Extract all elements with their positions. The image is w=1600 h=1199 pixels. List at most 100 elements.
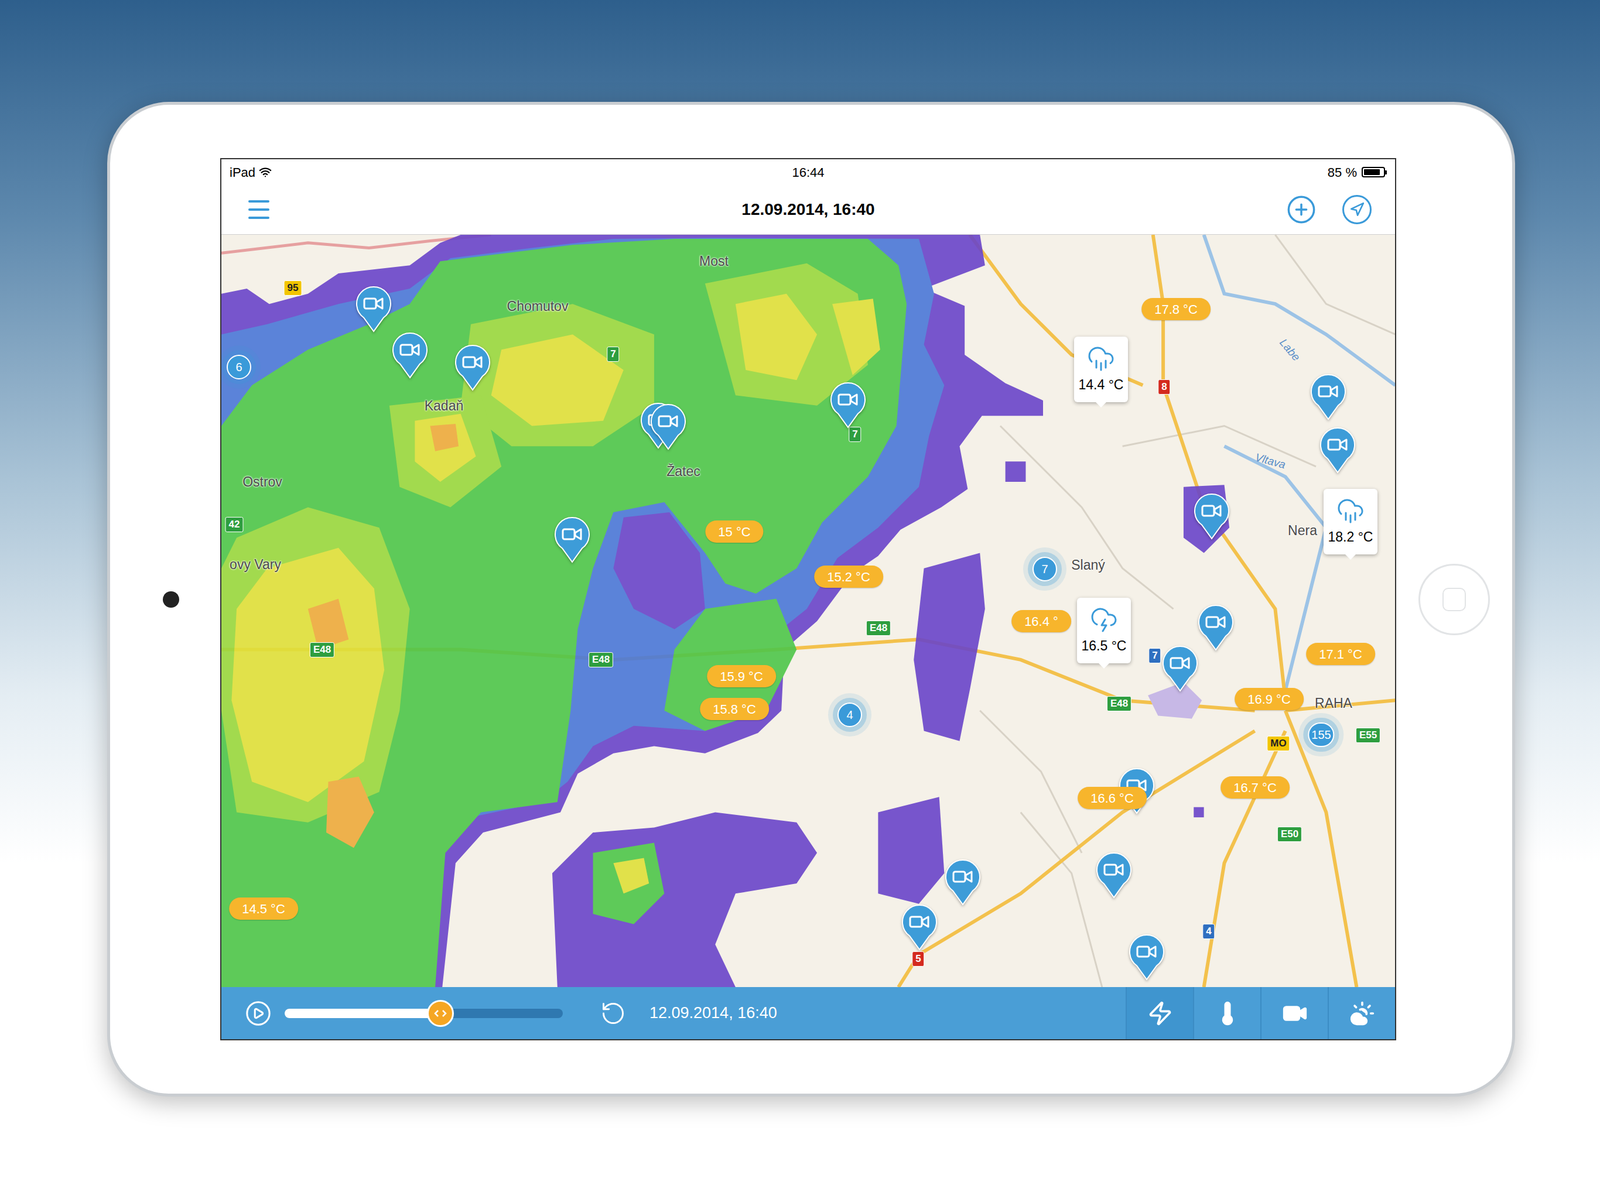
city-label: Most	[699, 251, 729, 272]
rain-icon	[1086, 344, 1116, 373]
radar-area	[613, 512, 705, 630]
camera-pin[interactable]	[944, 859, 981, 907]
weather-card[interactable]: 16.5 °C	[1077, 597, 1131, 668]
temperature-label[interactable]: 16.6 °C	[1077, 787, 1147, 810]
camera-pin[interactable]	[454, 344, 491, 392]
road-badge: E48	[588, 652, 614, 668]
camera-pin[interactable]	[1193, 493, 1230, 540]
radar-area	[414, 414, 476, 482]
timeline-slider[interactable]	[284, 1009, 563, 1019]
battery-reading: 85 %	[1327, 162, 1357, 183]
layer-toggle[interactable]	[1327, 987, 1396, 1040]
temperature-label[interactable]: 16.7 °C	[1220, 776, 1290, 799]
radar-area	[491, 334, 624, 426]
temperature-label[interactable]: 15 °C	[705, 520, 764, 543]
reset-icon[interactable]	[600, 1000, 627, 1027]
radar-area	[1005, 461, 1027, 482]
river-label: Vltava	[1253, 449, 1288, 474]
radar-area	[1193, 807, 1204, 818]
radar-area	[460, 303, 655, 447]
location-arrow-icon	[1349, 202, 1365, 218]
ipad-frame: iPad16:4485 %12.09.2014, 16:40LabeVltava…	[107, 101, 1516, 1097]
radar-area	[735, 293, 817, 381]
camera-pin[interactable]	[1161, 645, 1199, 693]
front-camera	[162, 591, 180, 608]
map[interactable]: LabeVltava9577842E48E48E48E487MOE55E5054…	[221, 234, 1396, 988]
layer-toggle[interactable]	[1125, 987, 1193, 1040]
radar-area	[221, 237, 945, 988]
camera-pin[interactable]	[901, 904, 938, 952]
screen: iPad16:4485 %12.09.2014, 16:40LabeVltava…	[220, 158, 1397, 1041]
camera-pin[interactable]	[1310, 373, 1347, 421]
station-cluster[interactable]: 6	[226, 354, 252, 380]
temperature-label[interactable]: 17.1 °C	[1306, 643, 1376, 666]
layer-toggle[interactable]	[1260, 987, 1328, 1040]
river-label: Labe	[1274, 335, 1304, 366]
video-camera-icon	[1281, 1000, 1308, 1027]
radar-area	[593, 842, 665, 925]
camera-pin[interactable]	[650, 403, 687, 451]
radar-area	[877, 797, 945, 904]
radar-area	[552, 812, 817, 988]
camera-pin[interactable]	[1319, 426, 1356, 474]
minor-road	[1000, 425, 1174, 610]
city-label: Slaný	[1071, 555, 1106, 576]
radar-area	[221, 238, 907, 988]
temperature-label[interactable]: 16.4 °	[1011, 610, 1072, 633]
weather-card[interactable]: 14.4 °C	[1074, 336, 1128, 406]
home-button[interactable]	[1418, 563, 1490, 636]
weather-reading: 14.4 °C	[1078, 374, 1124, 396]
river	[1204, 234, 1396, 386]
camera-pin[interactable]	[1128, 934, 1165, 981]
radar-area	[613, 857, 649, 894]
page: iPad16:4485 %12.09.2014, 16:40LabeVltava…	[0, 0, 1600, 1199]
road-badge: 42	[225, 517, 244, 533]
road-badge: 7	[1148, 648, 1161, 664]
drag-arrows-icon	[433, 1009, 447, 1018]
city-label: Chomutov	[507, 296, 569, 317]
temperature-label[interactable]: 15.9 °C	[706, 665, 776, 688]
camera-pin[interactable]	[1095, 852, 1133, 899]
camera-pin[interactable]	[554, 516, 591, 564]
station-cluster[interactable]: 7	[1032, 556, 1058, 582]
road-badge: MO	[1266, 736, 1290, 752]
slider-thumb[interactable]	[426, 1000, 454, 1028]
layer-toggle[interactable]	[1192, 987, 1261, 1040]
road-badge: E50	[1277, 826, 1302, 843]
add-location-icon[interactable]	[1286, 194, 1317, 225]
weather-icon	[1349, 1000, 1376, 1027]
main-road	[898, 730, 1255, 988]
city-label: Žatec	[666, 461, 701, 482]
camera-pin[interactable]	[1197, 604, 1234, 652]
camera-pin[interactable]	[391, 332, 429, 379]
minor-road	[1122, 425, 1316, 467]
city-label: Ostrov	[242, 472, 283, 493]
radar-area	[389, 395, 502, 508]
temperature-label[interactable]: 14.5 °C	[228, 897, 299, 921]
temperature-label[interactable]: 17.8 °C	[1141, 298, 1211, 321]
weather-card[interactable]: 18.2 °C	[1323, 489, 1378, 559]
road-badge: E48	[866, 620, 891, 637]
camera-pin[interactable]	[355, 285, 392, 333]
main-road	[1285, 710, 1357, 988]
locate-button[interactable]	[1342, 195, 1372, 225]
minor-road	[979, 710, 1082, 854]
city-label: Kadaň	[424, 395, 464, 417]
station-cluster[interactable]: 155	[1307, 722, 1335, 748]
temperature-label[interactable]: 15.8 °C	[699, 698, 769, 721]
play-icon[interactable]	[244, 1000, 272, 1028]
menu-icon[interactable]	[244, 195, 273, 224]
camera-pin[interactable]	[829, 381, 867, 429]
clock: 16:44	[791, 162, 825, 183]
nav-bar: 12.09.2014, 16:40	[221, 185, 1396, 235]
station-cluster[interactable]: 4	[837, 702, 863, 728]
rain-icon	[1336, 496, 1365, 525]
road-badge: 95	[284, 280, 303, 296]
radar-area	[326, 777, 375, 849]
road-badge: E48	[1106, 696, 1132, 712]
temperature-label[interactable]: 16.9 °C	[1234, 688, 1304, 711]
main-road	[1204, 730, 1286, 988]
nav-title: 12.09.2014, 16:40	[741, 197, 875, 222]
road-badge: 4	[1202, 924, 1215, 940]
temperature-label[interactable]: 15.2 °C	[814, 565, 884, 588]
